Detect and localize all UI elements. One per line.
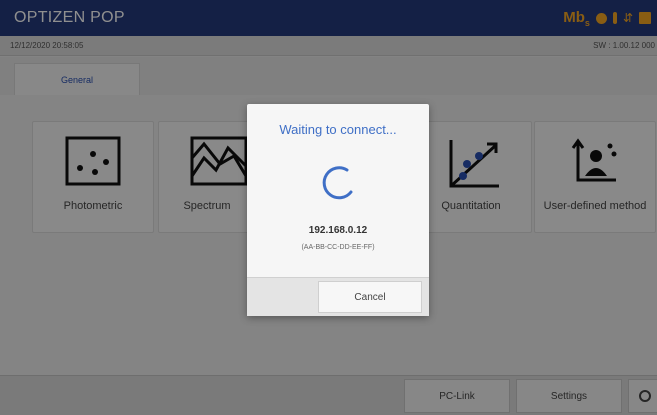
dialog-footer: Cancel xyxy=(247,277,429,316)
ip-address: 192.168.0.12 xyxy=(308,225,368,236)
loading-spinner-icon xyxy=(322,166,353,200)
app-screen: OPTIZEN POP Mbs ⇵ 12/12/2020 20:58:05 SW… xyxy=(0,0,657,415)
mac-address: (AA-BB-CC-DD-EE-FF) xyxy=(301,244,375,251)
dialog-title: Waiting to connect... xyxy=(279,122,397,137)
connect-dialog: Waiting to connect... 192.168.0.12 (AA-B… xyxy=(247,104,429,316)
cancel-button[interactable]: Cancel xyxy=(318,281,422,313)
